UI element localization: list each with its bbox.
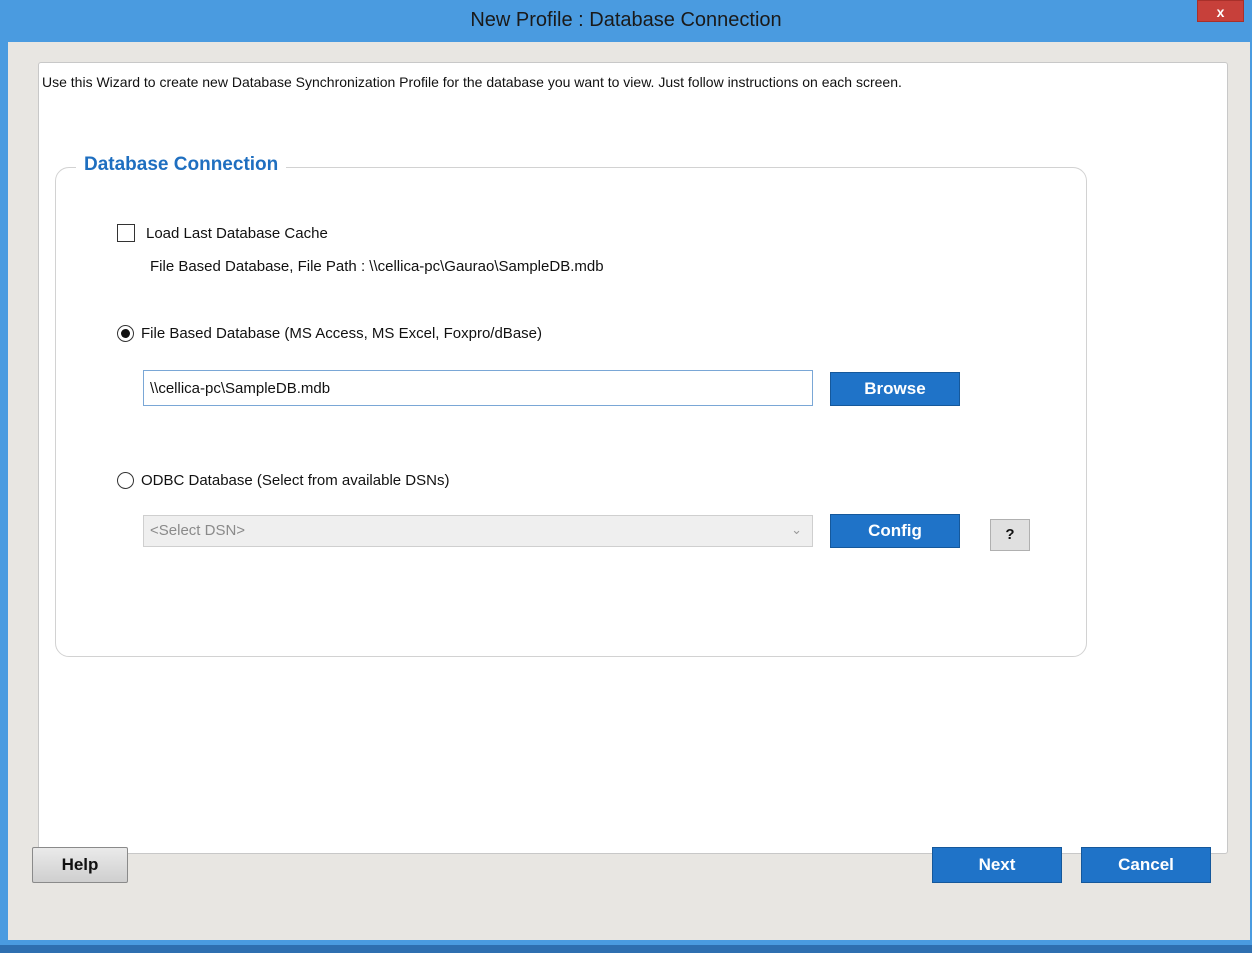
next-button[interactable]: Next [932,847,1062,883]
cancel-button[interactable]: Cancel [1081,847,1211,883]
odbc-label[interactable]: ODBC Database (Select from available DSN… [141,472,449,489]
dsn-help-button[interactable]: ? [990,519,1030,551]
odbc-radio[interactable] [117,472,134,489]
cache-file-path: File Based Database, File Path : \\celli… [150,258,604,275]
wizard-window: New Profile : Database Connection x Use … [0,0,1252,945]
window-title: New Profile : Database Connection [470,9,782,31]
group-legend: Database Connection [76,154,287,176]
file-based-radio[interactable] [117,325,134,342]
dsn-select[interactable]: <Select DSN> ⌄ [143,515,813,547]
file-path-input[interactable] [143,370,813,406]
help-button[interactable]: Help [32,847,128,883]
close-button[interactable]: x [1197,0,1244,22]
chevron-down-icon: ⌄ [791,522,802,537]
dsn-select-value: <Select DSN> [150,522,246,539]
load-cache-checkbox[interactable] [117,224,135,242]
intro-text: Use this Wizard to create new Database S… [42,74,902,90]
title-bar[interactable]: New Profile : Database Connection x [0,0,1252,42]
browse-button[interactable]: Browse [830,372,960,406]
config-button[interactable]: Config [830,514,960,548]
file-based-label[interactable]: File Based Database (MS Access, MS Excel… [141,325,542,342]
load-cache-label[interactable]: Load Last Database Cache [146,225,328,242]
taskbar-strip [0,945,1252,953]
